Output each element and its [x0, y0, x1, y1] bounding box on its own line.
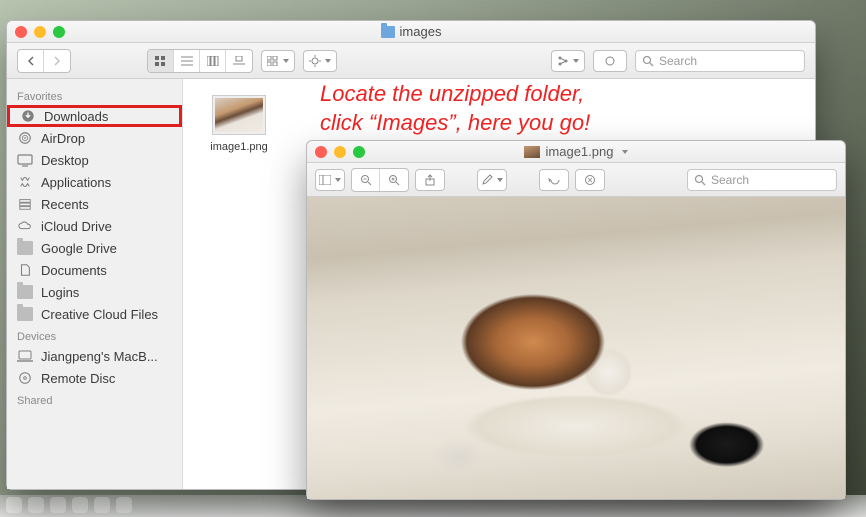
- file-item[interactable]: image1.png: [199, 95, 279, 153]
- image-content: [307, 197, 845, 499]
- sidebar-section-devices: Devices: [7, 325, 182, 345]
- highlight-button[interactable]: [477, 169, 507, 191]
- zoom-buttons: [351, 168, 409, 192]
- annotation-text: Locate the unzipped folder, click “Image…: [320, 80, 740, 137]
- tags-button[interactable]: [593, 50, 627, 72]
- chevron-down-icon[interactable]: [622, 150, 628, 154]
- sidebar-item-label: Applications: [41, 175, 111, 190]
- sidebar-item-creativecloud[interactable]: Creative Cloud Files: [7, 303, 182, 325]
- file-proxy-icon[interactable]: [524, 146, 540, 158]
- minimize-icon[interactable]: [34, 26, 46, 38]
- markup-button[interactable]: [575, 169, 605, 191]
- sidebar-item-documents[interactable]: Documents: [7, 259, 182, 281]
- sidebar-item-desktop[interactable]: Desktop: [7, 149, 182, 171]
- view-mode-buttons: [147, 49, 253, 73]
- sidebar-item-macbook[interactable]: Jiangpeng's MacB...: [7, 345, 182, 367]
- finder-toolbar: Search: [7, 43, 815, 79]
- sidebar-item-label: Desktop: [41, 153, 89, 168]
- preview-search[interactable]: Search: [687, 169, 837, 191]
- arrange-button[interactable]: [261, 50, 295, 72]
- sidebar-item-label: Documents: [41, 263, 107, 278]
- traffic-lights[interactable]: [315, 146, 365, 158]
- laptop-icon: [17, 349, 33, 363]
- applications-icon: [17, 175, 33, 189]
- sidebar-item-icloud[interactable]: iCloud Drive: [7, 215, 182, 237]
- action-button[interactable]: [303, 50, 337, 72]
- sidebar-item-recents[interactable]: Recents: [7, 193, 182, 215]
- close-icon[interactable]: [315, 146, 327, 158]
- search-icon: [642, 55, 654, 67]
- file-name: image1.png: [199, 141, 279, 153]
- sidebar-item-applications[interactable]: Applications: [7, 171, 182, 193]
- sidebar-item-label: Recents: [41, 197, 89, 212]
- sidebar-item-downloads[interactable]: Downloads: [7, 105, 182, 127]
- downloads-icon: [20, 109, 36, 123]
- sidebar-item-label: Downloads: [44, 109, 108, 124]
- folder-icon: [17, 285, 33, 299]
- sidebar-section-shared: Shared: [7, 389, 182, 409]
- folder-icon: [17, 241, 33, 255]
- airdrop-icon: [17, 131, 33, 145]
- search-icon: [694, 174, 706, 186]
- sidebar-toggle-button[interactable]: [315, 169, 345, 191]
- traffic-lights[interactable]: [15, 26, 65, 38]
- search-placeholder: Search: [659, 54, 697, 68]
- sidebar-item-label: iCloud Drive: [41, 219, 112, 234]
- share-button[interactable]: [551, 50, 585, 72]
- desktop-icon: [17, 153, 33, 167]
- cloud-icon: [17, 219, 33, 233]
- list-view-button[interactable]: [174, 50, 200, 72]
- back-button[interactable]: [18, 50, 44, 72]
- window-title: images: [400, 24, 442, 39]
- sidebar-item-googledrive[interactable]: Google Drive: [7, 237, 182, 259]
- sidebar-item-label: Remote Disc: [41, 371, 115, 386]
- file-thumbnail: [212, 95, 266, 135]
- coverflow-view-button[interactable]: [226, 50, 252, 72]
- finder-sidebar: Favorites Downloads AirDrop Desktop Appl…: [7, 79, 183, 489]
- rotate-button[interactable]: [539, 169, 569, 191]
- icon-view-button[interactable]: [148, 50, 174, 72]
- sidebar-item-remotedisc[interactable]: Remote Disc: [7, 367, 182, 389]
- forward-button[interactable]: [44, 50, 70, 72]
- sidebar-item-label: AirDrop: [41, 131, 85, 146]
- share-button[interactable]: [415, 169, 445, 191]
- sidebar-item-label: Creative Cloud Files: [41, 307, 158, 322]
- disc-icon: [17, 371, 33, 385]
- maximize-icon[interactable]: [53, 26, 65, 38]
- folder-icon: [381, 26, 395, 38]
- zoom-out-button[interactable]: [352, 169, 380, 191]
- close-icon[interactable]: [15, 26, 27, 38]
- preview-titlebar[interactable]: image1.png: [307, 141, 845, 163]
- folder-icon: [17, 307, 33, 321]
- sidebar-item-label: Logins: [41, 285, 79, 300]
- sidebar-item-label: Google Drive: [41, 241, 117, 256]
- minimize-icon[interactable]: [334, 146, 346, 158]
- nav-buttons: [17, 49, 71, 73]
- recents-icon: [17, 197, 33, 211]
- search-placeholder: Search: [711, 173, 749, 187]
- sidebar-item-label: Jiangpeng's MacB...: [41, 349, 158, 364]
- zoom-in-button[interactable]: [380, 169, 408, 191]
- finder-titlebar[interactable]: images: [7, 21, 815, 43]
- document-icon: [17, 263, 33, 277]
- window-title: image1.png: [546, 144, 614, 159]
- sidebar-section-favorites: Favorites: [7, 85, 182, 105]
- preview-window: image1.png Search: [306, 140, 846, 500]
- sidebar-item-airdrop[interactable]: AirDrop: [7, 127, 182, 149]
- finder-search[interactable]: Search: [635, 50, 805, 72]
- sidebar-item-logins[interactable]: Logins: [7, 281, 182, 303]
- column-view-button[interactable]: [200, 50, 226, 72]
- maximize-icon[interactable]: [353, 146, 365, 158]
- preview-image-area[interactable]: [307, 197, 845, 499]
- preview-toolbar: Search: [307, 163, 845, 197]
